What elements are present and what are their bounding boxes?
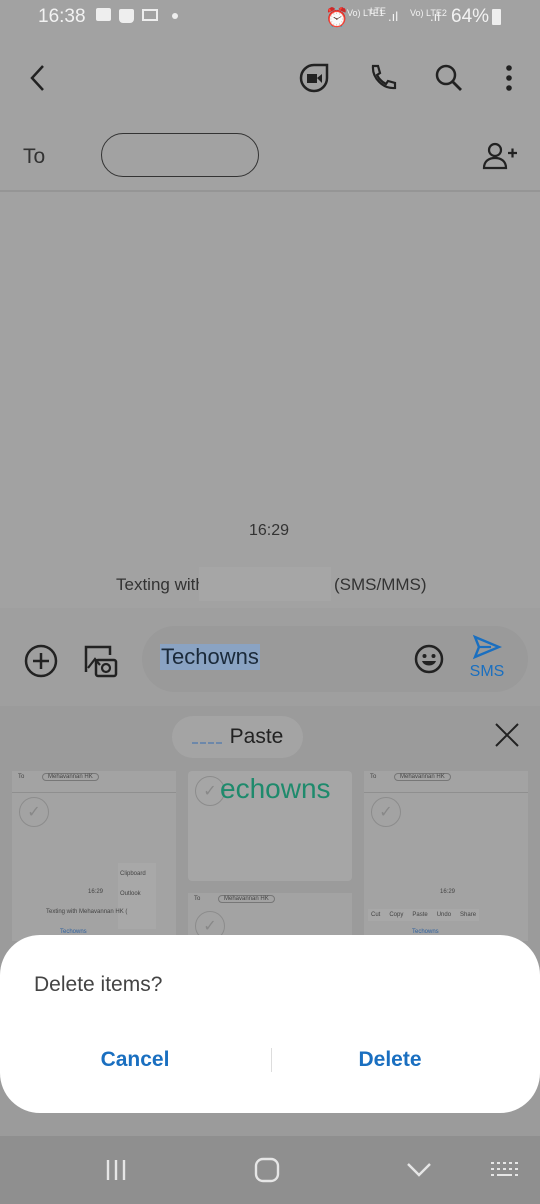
- status-bar: 16:38 ⏰ Vo) LTE1 LTE .ıl Vo) LTE2 .ıl 64…: [0, 0, 540, 36]
- close-icon[interactable]: [490, 718, 524, 752]
- thumb-menu-item: Outlook: [120, 891, 141, 897]
- status-time: 16:38: [38, 6, 86, 27]
- recipient-bar: To: [0, 120, 540, 192]
- select-checkbox[interactable]: ✓: [19, 797, 49, 827]
- message-text: Techowns: [160, 644, 260, 670]
- more-icon[interactable]: [495, 60, 523, 96]
- send-label: SMS: [469, 663, 505, 680]
- thumb-menu-item: Cut: [371, 912, 381, 918]
- thumb-menu: Clipboard Outlook: [118, 863, 156, 929]
- notification-dot-icon: [172, 13, 178, 19]
- texting-info-suffix: (SMS/MMS): [334, 575, 427, 594]
- cancel-label: Cancel: [100, 1048, 170, 1071]
- lte-label: LTE: [370, 6, 386, 16]
- recents-icon[interactable]: [96, 1150, 136, 1190]
- paste-button[interactable]: Paste: [172, 716, 303, 758]
- search-icon[interactable]: [431, 60, 467, 96]
- emoji-icon[interactable]: [412, 642, 446, 676]
- thumb-time: 16:29: [88, 889, 104, 895]
- thumb-to: To: [194, 896, 201, 902]
- navigation-bar: [0, 1136, 540, 1204]
- clipboard-item[interactable]: To Mehavannan HK ✓ Clipboard Outlook 16:…: [12, 771, 176, 941]
- battery-icon: [492, 9, 501, 25]
- thumb-menu-item: Share: [460, 912, 477, 918]
- thumb-menu-item: Clipboard: [120, 871, 146, 877]
- app-bar: [0, 40, 540, 120]
- signal1-icon: .ıl: [388, 9, 399, 24]
- hide-keyboard-icon[interactable]: [399, 1150, 439, 1190]
- thumb-recipient: Mehavannan HK: [42, 773, 99, 781]
- back-icon[interactable]: [20, 60, 56, 96]
- to-label: To: [23, 145, 46, 168]
- clipboard-item[interactable]: ✓ echowns: [188, 771, 352, 881]
- clipboard-item[interactable]: To Mehavannan HK ✓ 16:29 Cut Copy Paste …: [364, 771, 528, 941]
- delete-button[interactable]: Delete: [272, 1035, 508, 1085]
- gallery-camera-icon[interactable]: [80, 641, 120, 681]
- thumb-menu-item: Copy: [389, 912, 404, 918]
- alarm-icon: ⏰: [325, 8, 349, 29]
- message-timestamp: 16:29: [249, 522, 290, 539]
- select-checkbox[interactable]: ✓: [371, 797, 401, 827]
- thumb-time: 16:29: [440, 889, 456, 895]
- redacted-name: [199, 567, 331, 601]
- texting-info-prefix: Texting with: [116, 575, 205, 594]
- thumb-to: To: [370, 774, 377, 780]
- clipboard-preview-icon: [191, 730, 222, 744]
- phone-icon[interactable]: [364, 60, 400, 96]
- composer: Techowns SMS: [0, 608, 540, 706]
- cancel-button[interactable]: Cancel: [0, 1035, 270, 1085]
- add-contact-icon[interactable]: [480, 138, 520, 174]
- send-icon: [472, 634, 503, 660]
- delete-dialog: Delete items? Cancel Delete: [0, 935, 540, 1113]
- send-sms-button[interactable]: SMS: [462, 634, 512, 684]
- keyboard-icon[interactable]: [484, 1150, 524, 1190]
- signal2-icon: .ıl: [430, 9, 441, 24]
- recipient-chip[interactable]: [101, 133, 259, 177]
- thumb-info: Texting with Mehavannan HK (: [46, 909, 128, 915]
- thumb-text: echowns: [220, 773, 331, 804]
- thumb-menu-item: Paste: [412, 912, 428, 918]
- thumb-menu-item: Undo: [436, 912, 452, 918]
- message-input[interactable]: Techowns SMS: [142, 626, 528, 692]
- thumb-recipient: Mehavannan HK: [218, 895, 275, 903]
- video-call-icon[interactable]: [296, 60, 332, 96]
- dialog-title: Delete items?: [34, 973, 163, 996]
- lte2-label: Vo) LTE2: [410, 8, 447, 18]
- add-attachment-icon[interactable]: [22, 642, 60, 680]
- home-icon[interactable]: [247, 1150, 287, 1190]
- thumb-recipient: Mehavannan HK: [394, 773, 451, 781]
- battery-percent: 64%: [451, 6, 490, 27]
- gallery-icon: [96, 8, 111, 21]
- delete-label: Delete: [358, 1048, 422, 1071]
- paste-label: Paste: [229, 725, 284, 748]
- thumb-edit-menu: Cut Copy Paste Undo Share: [368, 909, 480, 921]
- thumb-to: To: [18, 774, 25, 780]
- shopping-bag-icon: [119, 9, 134, 23]
- missed-message-icon: [142, 9, 158, 21]
